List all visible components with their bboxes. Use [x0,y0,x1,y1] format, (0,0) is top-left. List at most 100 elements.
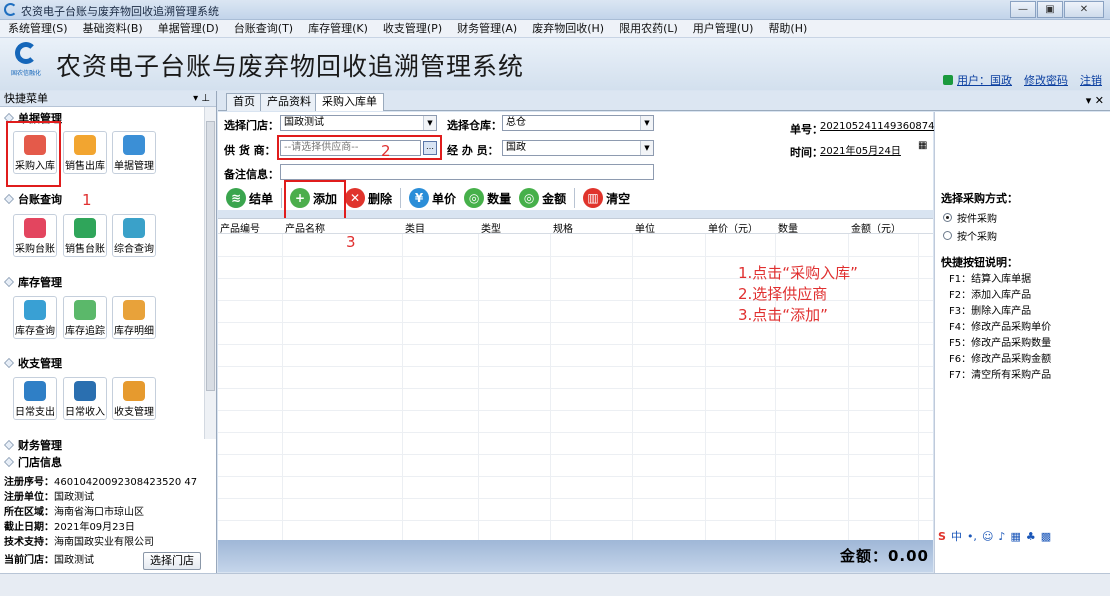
logo-icon [15,42,37,64]
grid-line [550,234,551,540]
section-icon [4,277,14,287]
sidebar-title: 快捷菜单 [4,92,48,105]
sales-out-icon [74,135,96,155]
toolbar-separator [400,188,402,208]
tile-stock-trace[interactable]: 库存追踪 [63,296,107,339]
section-icon [4,358,14,368]
close-icon[interactable]: ✕ [1064,1,1104,18]
menu-stock[interactable]: 库存管理(K) [308,20,368,37]
sidebar-scrollbar[interactable] [204,107,216,439]
grid-line [918,234,919,540]
col-quantity[interactable]: 数量 [778,220,798,235]
section-stock[interactable]: 库存管理 [4,274,62,290]
grid-line [705,234,706,540]
tab-home[interactable]: 首页 [226,93,262,111]
menu-users[interactable]: 用户管理(U) [693,20,754,37]
grid-row-line [218,498,933,499]
yen-icon: ¥ [409,188,430,208]
menu-finance[interactable]: 财务管理(A) [457,20,517,37]
section-cash[interactable]: 收支管理 [4,355,62,371]
chevron-down-icon[interactable]: ▼ [640,141,653,155]
ime-toolbar[interactable]: S 中 •, ☺ ♪ ▦ ♣ ▩ [934,528,1110,544]
tile-sales-ledger[interactable]: 销售台账 [63,214,107,257]
menu-pesticide[interactable]: 限用农药(L) [619,20,678,37]
tile-stock-query[interactable]: 库存查询 [13,296,57,339]
grid-row-line [218,432,933,433]
delete-button[interactable]: ✕ 删除 [345,188,392,208]
col-product-code[interactable]: 产品编号 [220,220,260,235]
mode-by-piece-radio[interactable]: 按件采购 [943,210,997,225]
amount-button[interactable]: ◎ 金额 [519,188,566,208]
menu-bills[interactable]: 单据管理(D) [158,20,219,37]
scroll-thumb[interactable] [206,121,215,391]
section-ledger[interactable]: 台账查询 [4,191,62,207]
mode-by-unit-radio[interactable]: 按个采购 [943,228,997,243]
time-value[interactable]: 2021年05月24日 [820,142,901,157]
change-password-link[interactable]: 修改密码 [1024,72,1068,88]
sales-ledger-icon [74,218,96,238]
tile-sales-out[interactable]: 销售出库 [63,131,107,174]
col-amount[interactable]: 金额（元） [851,220,901,235]
col-category[interactable]: 类目 [405,220,425,235]
section-store[interactable]: 门店信息 [4,454,62,470]
logout-link[interactable]: 注销 [1080,72,1102,88]
menu-system[interactable]: 系统管理(S) [8,20,68,37]
tab-products[interactable]: 产品资料 [260,93,318,111]
remark-input[interactable] [280,164,654,180]
pin-icon[interactable]: ▾ ⊥ [193,91,210,107]
price-button[interactable]: ¥ 单价 [409,188,456,208]
tab-close-icon[interactable]: ▾ ✕ [1086,94,1104,107]
pick-store-button[interactable]: 选择门店 [143,552,201,570]
col-spec[interactable]: 规格 [553,220,573,235]
tile-daily-income[interactable]: 日常收入 [63,377,107,420]
total-amount: 金额：0.00 [839,547,929,565]
keyboard-icon: ▦ [1010,529,1021,543]
amount-icon: ◎ [519,188,540,208]
maximize-icon[interactable]: ▣ [1037,1,1063,18]
user-link[interactable]: 用户：国政 [957,72,1012,88]
tab-purchase-in[interactable]: 采购入库单 [315,93,384,111]
window-titlebar: 农资电子台账与废弃物回收追溯管理系统 — ▣ ✕ [0,0,1110,20]
section-finance[interactable]: 财务管理 [4,437,62,453]
mic-icon: ♪ [998,529,1006,543]
punctuation-icon: •, [966,529,977,543]
menu-ledger[interactable]: 台账查询(T) [234,20,293,37]
menu-help[interactable]: 帮助(H) [768,20,807,37]
settle-button[interactable]: ≋ 结单 [226,188,273,208]
handler-select[interactable]: 国政 ▼ [502,140,654,156]
tile-combined-query[interactable]: 综合查询 [112,214,156,257]
tile-stock-detail[interactable]: 库存明细 [112,296,156,339]
minimize-icon[interactable]: — [1010,1,1036,18]
chevron-down-icon[interactable]: ▼ [423,116,436,130]
menu-basic-data[interactable]: 基础资料(B) [83,20,143,37]
col-type[interactable]: 类型 [481,220,501,235]
radio-icon [943,231,952,240]
tile-cash-mgmt[interactable]: 收支管理 [112,377,156,420]
warehouse-select[interactable]: 总仓 ▼ [502,115,654,131]
supplier-label: 供 货 商： [224,144,276,157]
store-select[interactable]: 国政测试 ▼ [280,115,437,131]
handler-label: 经 办 员： [447,144,499,157]
tile-daily-expense[interactable]: 日常支出 [13,377,57,420]
sidebar: 快捷菜单 ▾ ⊥ 单据管理 采购入库 销售出库 单据管理 台账查询 1 采购台账… [0,91,217,573]
clear-button[interactable]: ▥ 清空 [583,188,630,208]
menu-cash[interactable]: 收支管理(P) [383,20,442,37]
quantity-button[interactable]: ◎ 数量 [464,188,511,208]
col-product-name[interactable]: 产品名称 [285,220,325,235]
product-grid[interactable]: 产品编号 产品名称 类目 类型 规格 单位 单价（元） 数量 金额（元） 3 1… [218,218,933,540]
tile-bill-mgmt[interactable]: 单据管理 [112,131,156,174]
annotation-1: 1 [82,191,92,209]
tile-purchase-ledger[interactable]: 采购台账 [13,214,57,257]
chevron-down-icon[interactable]: ▼ [640,116,653,130]
cash-mgmt-icon [123,381,145,401]
purchase-form: 选择门店： 国政测试 ▼ 选择仓库： 总仓 ▼ 供 货 商： --请选择供应商-- … [218,112,947,220]
current-store: 国政测试 [54,555,94,566]
emoji-icon: ☺ [981,529,994,543]
menu-waste[interactable]: 废弃物回收(H) [532,20,604,37]
col-unit[interactable]: 单位 [635,220,655,235]
calendar-icon[interactable]: ▦ [918,140,927,151]
mode-title: 选择采购方式： [941,192,1018,205]
annotation-steps: 1.点击“采购入库” 2.选择供应商 3.点击“添加” [738,264,858,324]
col-unit-price[interactable]: 单价（元） [708,220,758,235]
tech-support: 海南国政实业有限公司 [54,537,154,548]
